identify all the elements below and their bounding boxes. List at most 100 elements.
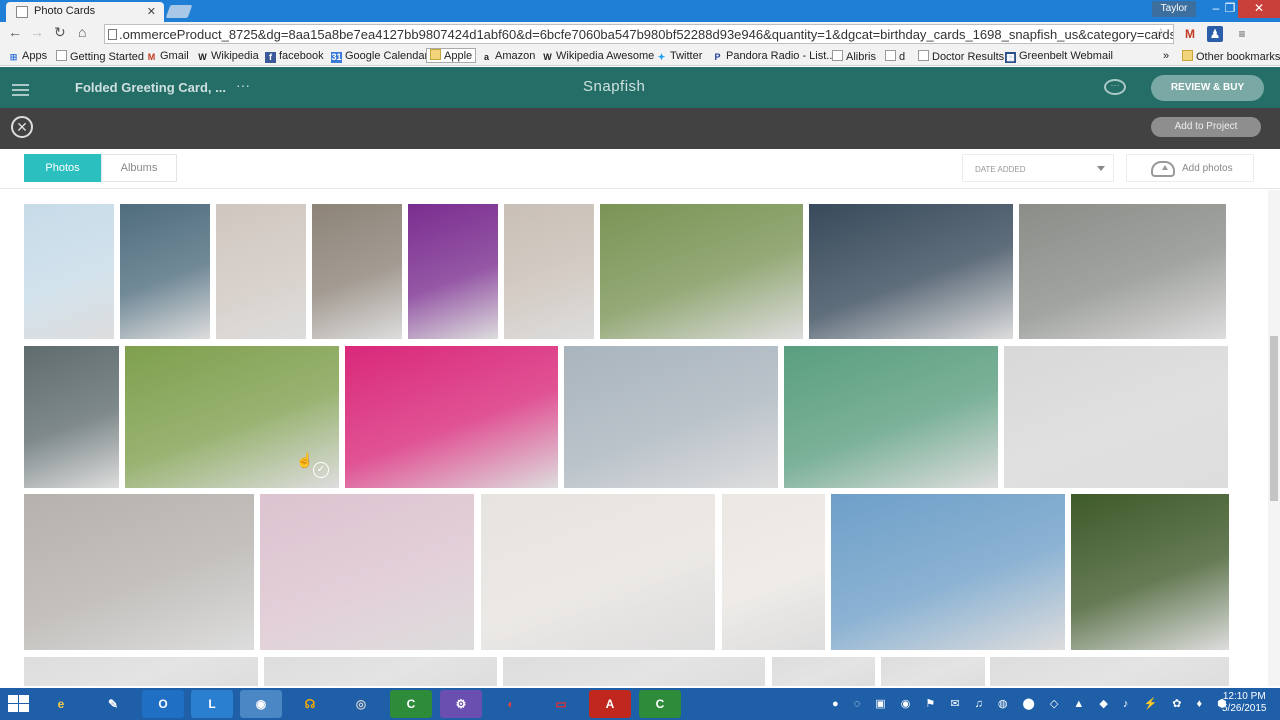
bookmark-twitter[interactable]: ✦ Twitter xyxy=(656,50,703,63)
menu-icon[interactable] xyxy=(12,84,29,99)
bookmark-d[interactable]: d xyxy=(885,50,905,63)
photo-thumbnail[interactable] xyxy=(772,657,875,686)
other-bookmarks[interactable]: Other bookmarks xyxy=(1182,50,1280,63)
settings-gear-icon[interactable]: ⚙ xyxy=(440,690,482,718)
tab-albums[interactable]: Albums xyxy=(101,154,177,182)
tab-photos[interactable]: Photos xyxy=(24,154,101,182)
photo-thumbnail[interactable] xyxy=(722,494,825,650)
photo-thumbnail[interactable] xyxy=(312,204,402,339)
extension-icon[interactable]: ♟ xyxy=(1207,26,1223,42)
photo-source-bar: Photos Albums DATE ADDED Add photos xyxy=(0,149,1280,189)
windows-start-icon[interactable] xyxy=(8,695,30,713)
tab-close-icon[interactable]: ✕ xyxy=(147,5,156,18)
photo-thumbnail[interactable] xyxy=(120,204,210,339)
home-icon[interactable]: ⌂ xyxy=(78,24,86,40)
bookmarks-overflow-icon[interactable]: » xyxy=(1163,50,1169,62)
bookmark-pandora[interactable]: P Pandora Radio - List... xyxy=(712,50,835,63)
system-tray[interactable]: ● ◌ ▣ ◉ ⚑ ✉ ♫ ◍ ⬤ ◇ ▲ ◆ ♪ ⚡ ✿ ♦ ⬢ xyxy=(832,697,1233,710)
photo-thumbnail[interactable] xyxy=(1071,494,1229,650)
photo-thumbnail[interactable] xyxy=(345,346,558,488)
facebook-icon: f xyxy=(265,52,276,63)
headphones-icon[interactable]: ☊ xyxy=(289,690,331,718)
bookmark-greenbelt-webmail[interactable]: ▦ Greenbelt Webmail xyxy=(1005,50,1113,63)
photo-thumbnail[interactable] xyxy=(881,657,985,686)
photo-thumbnail[interactable] xyxy=(990,657,1229,686)
new-tab-button[interactable] xyxy=(165,5,193,18)
internet-explorer-icon[interactable]: e xyxy=(40,690,82,718)
bookmark-google-calendar[interactable]: 31 Google Calendar xyxy=(331,50,428,63)
photo-thumbnail[interactable] xyxy=(216,204,306,339)
photo-thumbnail[interactable] xyxy=(1004,346,1228,488)
wikipedia-icon: W xyxy=(198,52,207,62)
bookmark-wikipedia-awesome[interactable]: W Wikipedia Awesome xyxy=(542,50,654,63)
lync-icon[interactable]: L xyxy=(191,690,233,718)
page-icon xyxy=(832,50,843,61)
apps-grid-icon: ⊞ xyxy=(9,52,18,62)
photo-thumbnail[interactable] xyxy=(504,204,594,339)
photo-thumbnail[interactable] xyxy=(809,204,1013,339)
chrome-menu-icon[interactable]: ≡ xyxy=(1234,26,1250,42)
paint-icon[interactable]: ✎ xyxy=(92,690,134,718)
add-to-project-button[interactable]: Add to Project xyxy=(1151,117,1261,137)
bookmark-apple[interactable]: Apple xyxy=(426,48,477,63)
camtasia-icon[interactable]: C xyxy=(390,690,432,718)
acrobat-icon[interactable]: A xyxy=(589,690,631,718)
photo-thumbnail[interactable] xyxy=(503,657,765,686)
calendar-icon: 31 xyxy=(331,52,342,63)
sort-dropdown[interactable]: DATE ADDED xyxy=(962,154,1114,182)
add-photos-button[interactable]: Add photos xyxy=(1126,154,1254,182)
page-icon xyxy=(108,29,117,40)
outlook-icon[interactable]: O xyxy=(142,690,184,718)
photo-thumbnail[interactable] xyxy=(24,494,254,650)
photo-thumbnail[interactable] xyxy=(260,494,474,650)
photo-thumbnail[interactable] xyxy=(24,204,114,339)
bookmark-doctor-results[interactable]: Doctor Results xyxy=(918,50,1004,63)
camtasia-recorder-icon[interactable]: C xyxy=(639,690,681,718)
page-icon xyxy=(918,50,929,61)
bookmark-apps[interactable]: ⊞ Apps xyxy=(8,50,47,63)
brand-logo[interactable]: Snapfish xyxy=(583,78,645,95)
selected-check-icon[interactable]: ✓ xyxy=(313,462,329,478)
bookmark-gmail[interactable]: M Gmail xyxy=(146,50,189,63)
photo-thumbnail[interactable] xyxy=(481,494,715,650)
forward-icon[interactable]: → xyxy=(30,24,44,40)
address-bar[interactable]: .ommerceProduct_8725&dg=8aa15a8be7ea4127… xyxy=(104,24,1174,44)
bookmark-getting-started[interactable]: Getting Started xyxy=(56,50,144,63)
audio-icon[interactable]: ◐ xyxy=(490,690,532,718)
photo-thumbnail[interactable] xyxy=(1019,204,1226,339)
bookmark-amazon[interactable]: a Amazon xyxy=(481,50,535,63)
photo-thumbnail[interactable] xyxy=(24,346,119,488)
reload-icon[interactable]: ↻ xyxy=(54,24,66,41)
bookmark-alibris[interactable]: Alibris xyxy=(832,50,876,63)
disc-icon[interactable]: ◎ xyxy=(340,690,382,718)
chat-icon[interactable]: ··· xyxy=(1104,79,1126,95)
bookmark-facebook[interactable]: f facebook xyxy=(265,50,324,63)
more-options-icon[interactable]: ··· xyxy=(236,77,250,93)
photo-thumbnail[interactable] xyxy=(408,204,498,339)
project-name[interactable]: Folded Greeting Card, ... xyxy=(75,80,226,95)
chevron-down-icon xyxy=(1097,166,1105,171)
webmail-icon: ▦ xyxy=(1005,52,1016,63)
photo-thumbnail[interactable] xyxy=(24,657,258,686)
clock[interactable]: 12:10 PM 5/26/2015 xyxy=(1222,691,1267,715)
pandora-icon: P xyxy=(714,52,721,62)
scrollbar[interactable] xyxy=(1268,190,1280,686)
photo-thumbnail[interactable] xyxy=(784,346,998,488)
browser-tab[interactable]: Photo Cards ✕ xyxy=(6,2,164,22)
opera-icon[interactable]: ▭ xyxy=(540,690,582,718)
gmail-extension-icon[interactable]: M xyxy=(1182,26,1198,42)
photo-thumbnail[interactable] xyxy=(564,346,778,488)
photo-thumbnail[interactable] xyxy=(831,494,1065,650)
bookmark-star-icon[interactable]: ☆ xyxy=(1154,25,1167,42)
back-icon[interactable]: ← xyxy=(8,24,22,40)
bookmark-wikipedia[interactable]: W Wikipedia xyxy=(197,50,258,63)
photo-thumbnail[interactable] xyxy=(600,204,803,339)
window-close-icon[interactable]: ✕ xyxy=(1238,0,1280,18)
folder-icon xyxy=(430,49,441,60)
review-and-buy-button[interactable]: REVIEW & BUY xyxy=(1151,75,1264,101)
close-icon[interactable]: ✕ xyxy=(11,116,33,138)
photo-thumbnail[interactable] xyxy=(264,657,497,686)
chrome-icon[interactable]: ◉ xyxy=(240,690,282,718)
profile-button[interactable]: Taylor xyxy=(1152,1,1196,17)
scrollbar-thumb[interactable] xyxy=(1270,336,1278,501)
